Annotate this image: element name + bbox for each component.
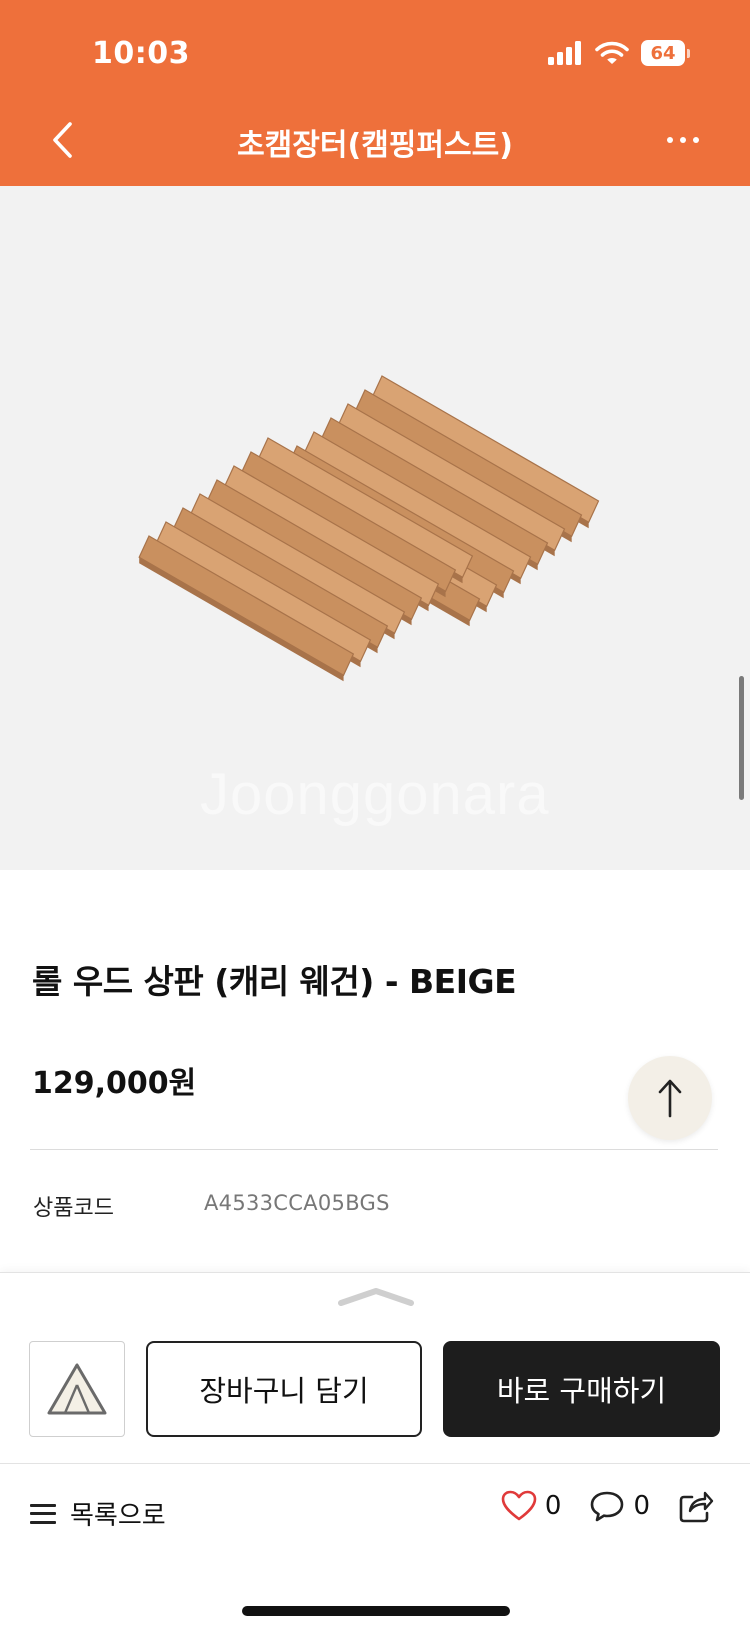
battery-level: 64 <box>641 40 685 66</box>
nav-bar: 초캠장터(캠핑퍼스트) <box>0 100 750 186</box>
scrollbar[interactable] <box>739 676 744 800</box>
divider <box>30 1149 718 1150</box>
heart-icon <box>501 1490 537 1521</box>
tent-logo-icon <box>47 1363 107 1415</box>
cellular-signal-icon <box>548 41 581 65</box>
purchase-panel: 장바구니 담기 바로 구매하기 목록으로 0 0 <box>0 1272 750 1626</box>
back-to-list-link[interactable]: 목록으로 <box>30 1495 166 1532</box>
status-bar: 10:03 64 <box>0 0 750 100</box>
arrow-up-icon <box>658 1079 682 1118</box>
product-code-label: 상품코드 <box>33 1196 114 1221</box>
status-icons: 64 <box>547 40 690 66</box>
status-time: 10:03 <box>92 36 190 71</box>
comment-button[interactable]: 0 <box>589 1490 650 1522</box>
like-button[interactable]: 0 <box>501 1490 562 1522</box>
more-button[interactable] <box>658 120 708 160</box>
menu-icon <box>30 1503 56 1524</box>
battery-icon: 64 <box>641 40 690 66</box>
chat-bubble-icon <box>591 1491 624 1522</box>
scroll-top-button[interactable] <box>628 1056 712 1140</box>
more-horizontal-icon <box>667 137 699 143</box>
image-watermark: Joonggonara <box>200 762 550 827</box>
buy-now-button[interactable]: 바로 구매하기 <box>443 1341 720 1437</box>
wifi-icon <box>595 41 629 64</box>
brand-logo[interactable] <box>29 1341 125 1437</box>
divider <box>0 1463 750 1464</box>
like-count: 0 <box>544 1491 562 1521</box>
home-indicator[interactable] <box>242 1606 510 1616</box>
add-to-cart-button[interactable]: 장바구니 담기 <box>146 1341 422 1437</box>
page-title: 초캠장터(캠핑퍼스트) <box>237 128 513 163</box>
product-code-value: A4533CCA05BGS <box>204 1191 390 1215</box>
product-price: 129,000원 <box>32 1066 197 1101</box>
product-image[interactable]: Joonggonara <box>0 186 750 870</box>
back-to-list-label: 목록으로 <box>70 1501 166 1531</box>
app-header: 10:03 64 초캠장터(캠핑퍼스트) <box>0 0 750 186</box>
comment-count: 0 <box>633 1491 650 1521</box>
social-actions: 0 0 <box>473 1489 714 1523</box>
panel-handle-icon[interactable] <box>337 1287 415 1307</box>
product-title: 롤 우드 상판 (캐리 웨건) - BEIGE <box>32 962 517 1001</box>
share-icon <box>679 1491 714 1523</box>
share-button[interactable] <box>678 1489 714 1523</box>
